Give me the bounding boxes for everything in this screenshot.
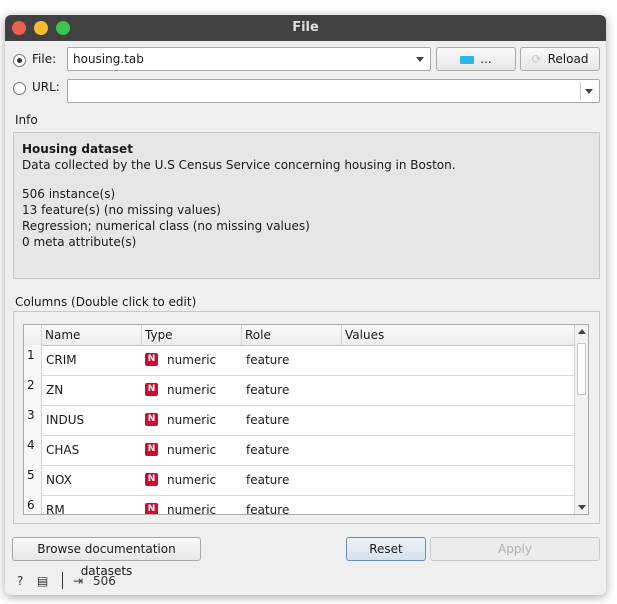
- column-name-cell[interactable]: INDUS: [46, 405, 84, 435]
- table-scrollbar[interactable]: [574, 325, 588, 514]
- table-row[interactable]: 2 ZN N numeric feature: [24, 375, 576, 406]
- url-combo-divider: [580, 82, 581, 100]
- row-number-header: [24, 325, 42, 345]
- column-type-cell[interactable]: numeric: [167, 405, 216, 435]
- info-panel: Housing dataset Data collected by the U.…: [13, 132, 600, 279]
- column-name-cell[interactable]: NOX: [46, 465, 72, 495]
- table-row[interactable]: 3 INDUS N numeric feature: [24, 405, 576, 436]
- column-name-cell[interactable]: RM: [46, 495, 65, 514]
- table-row[interactable]: 4 CHAS N numeric feature: [24, 435, 576, 466]
- status-bar: ? ▤ ⇥ 506: [5, 570, 606, 592]
- report-icon[interactable]: ▤: [37, 574, 48, 588]
- output-count: 506: [93, 574, 116, 588]
- column-role-cell[interactable]: feature: [246, 495, 289, 514]
- apply-button[interactable]: Apply: [430, 537, 600, 561]
- dataset-title: Housing dataset: [22, 142, 133, 156]
- chevron-down-icon: [416, 57, 424, 62]
- browse-file-label: ...: [480, 52, 492, 66]
- column-role-cell[interactable]: feature: [246, 465, 289, 495]
- column-name-cell[interactable]: CHAS: [46, 435, 79, 465]
- chevron-down-icon[interactable]: [585, 89, 593, 94]
- dataset-description: Data collected by the U.S Census Service…: [22, 158, 456, 172]
- reset-button[interactable]: Reset: [346, 537, 426, 561]
- url-input[interactable]: [67, 79, 600, 103]
- column-role-cell[interactable]: feature: [246, 435, 289, 465]
- file-widget-window: File File: housing.tab ... ⟳ Reload URL: …: [5, 15, 606, 595]
- row-number: 6: [24, 495, 42, 514]
- info-section-label: Info: [15, 113, 38, 127]
- row-number: 4: [24, 435, 42, 465]
- column-role-cell[interactable]: feature: [246, 345, 289, 375]
- reload-label: Reload: [547, 52, 589, 66]
- row-number: 1: [24, 345, 42, 375]
- scrollbar-thumb[interactable]: [577, 343, 586, 395]
- file-select[interactable]: housing.tab: [67, 47, 431, 71]
- column-header-values[interactable]: Values: [342, 325, 576, 345]
- row-number: 5: [24, 465, 42, 495]
- scroll-down-icon[interactable]: [578, 505, 586, 510]
- output-icon: ⇥: [73, 574, 84, 588]
- reload-icon: ⟳: [531, 52, 542, 66]
- scroll-up-icon[interactable]: [578, 329, 586, 334]
- reload-button[interactable]: ⟳ Reload: [520, 47, 600, 71]
- table-row[interactable]: 5 NOX N numeric feature: [24, 465, 576, 496]
- columns-group: Name Type Role Values 1 CRIM N numeric f…: [13, 311, 600, 524]
- url-radio[interactable]: [13, 82, 26, 95]
- numeric-type-icon: N: [145, 353, 158, 366]
- browse-documentation-button[interactable]: Browse documentation datasets: [12, 537, 201, 578]
- file-label: File:: [32, 52, 57, 66]
- column-role-cell[interactable]: feature: [246, 405, 289, 435]
- column-header-role[interactable]: Role: [242, 325, 342, 345]
- column-role-cell[interactable]: feature: [246, 375, 289, 405]
- features-count: 13 feature(s) (no missing values): [22, 203, 221, 217]
- numeric-type-icon: N: [145, 413, 158, 426]
- table-row[interactable]: 6 RM N numeric feature: [24, 495, 576, 514]
- numeric-type-icon: N: [145, 473, 158, 486]
- column-header-name[interactable]: Name: [42, 325, 142, 345]
- browse-file-button[interactable]: ...: [436, 47, 516, 71]
- row-number: 3: [24, 405, 42, 435]
- instances-count: 506 instance(s): [22, 187, 116, 201]
- meta-count: 0 meta attribute(s): [22, 235, 137, 249]
- columns-table[interactable]: Name Type Role Values 1 CRIM N numeric f…: [23, 324, 589, 515]
- table-header: Name Type Role Values: [24, 325, 576, 346]
- status-divider: [62, 572, 63, 589]
- target-info: Regression; numerical class (no missing …: [22, 219, 310, 233]
- url-label: URL:: [32, 80, 60, 94]
- column-header-type[interactable]: Type: [142, 325, 242, 345]
- help-icon[interactable]: ?: [17, 574, 23, 588]
- numeric-type-icon: N: [145, 443, 158, 456]
- column-name-cell[interactable]: CRIM: [46, 345, 77, 375]
- columns-section-label: Columns (Double click to edit): [15, 295, 197, 309]
- folder-icon: [460, 55, 475, 64]
- file-radio[interactable]: [13, 54, 26, 67]
- column-name-cell[interactable]: ZN: [46, 375, 63, 405]
- column-type-cell[interactable]: numeric: [167, 345, 216, 375]
- numeric-type-icon: N: [145, 383, 158, 396]
- file-select-value: housing.tab: [73, 52, 144, 66]
- column-type-cell[interactable]: numeric: [167, 375, 216, 405]
- column-type-cell[interactable]: numeric: [167, 495, 216, 514]
- column-type-cell[interactable]: numeric: [167, 435, 216, 465]
- title-bar[interactable]: File: [5, 15, 606, 41]
- table-row[interactable]: 1 CRIM N numeric feature: [24, 345, 576, 376]
- row-number: 2: [24, 375, 42, 405]
- column-type-cell[interactable]: numeric: [167, 465, 216, 495]
- window-title: File: [292, 20, 319, 35]
- numeric-type-icon: N: [145, 503, 158, 514]
